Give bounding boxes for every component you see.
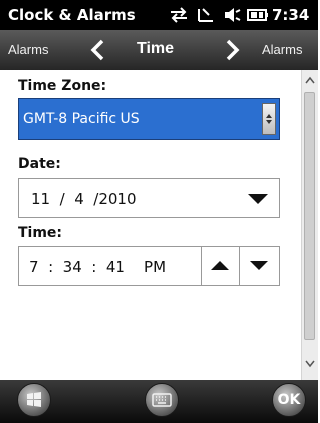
volume-icon[interactable] xyxy=(223,5,243,25)
scroll-arrows-icon xyxy=(266,114,272,124)
connectivity-icon[interactable] xyxy=(168,5,190,25)
time-increment-button[interactable] xyxy=(201,247,239,285)
timezone-scroll-button[interactable] xyxy=(262,103,276,135)
scroll-up-icon[interactable] xyxy=(305,76,315,84)
triangle-down-icon xyxy=(250,261,268,270)
timezone-select[interactable]: GMT-8 Pacific US xyxy=(18,98,280,140)
tab-navigation-bar: Alarms Time Alarms xyxy=(0,30,318,70)
triangle-up-icon xyxy=(211,261,229,270)
chevron-left-icon[interactable] xyxy=(88,38,108,62)
keyboard-icon xyxy=(152,393,172,407)
scroll-down-icon[interactable] xyxy=(305,360,315,368)
time-picker[interactable]: 7 : 34 : 41 PM xyxy=(18,246,280,286)
date-value: 11 / 4 /2010 xyxy=(31,190,137,208)
signal-icon[interactable] xyxy=(195,5,217,25)
scrollbar-thumb[interactable] xyxy=(304,92,315,340)
time-label: Time: xyxy=(18,225,63,241)
nav-next-tab-label[interactable]: Alarms xyxy=(262,42,302,57)
time-value[interactable]: 7 : 34 : 41 PM xyxy=(29,258,166,276)
nav-prev-tab-label[interactable]: Alarms xyxy=(8,42,48,57)
battery-icon[interactable] xyxy=(246,5,270,25)
time-decrement-button[interactable] xyxy=(239,247,279,285)
date-label: Date: xyxy=(18,156,61,172)
time-settings-panel: Time Zone: GMT-8 Pacific US Date: 11 / 4… xyxy=(0,70,318,380)
date-picker[interactable]: 11 / 4 /2010 xyxy=(18,178,280,218)
current-tab-title: Time xyxy=(137,40,175,57)
app-title[interactable]: Clock & Alarms xyxy=(8,6,136,24)
ok-button[interactable]: OK xyxy=(272,383,306,417)
keyboard-button[interactable] xyxy=(145,383,179,417)
windows-start-icon xyxy=(27,392,41,407)
ok-label: OK xyxy=(277,392,301,408)
start-button[interactable] xyxy=(17,383,51,417)
timezone-value: GMT-8 Pacific US xyxy=(23,111,140,127)
bottom-command-bar: OK xyxy=(0,380,318,423)
timezone-label: Time Zone: xyxy=(18,78,107,94)
dropdown-arrow-icon[interactable] xyxy=(247,193,269,205)
clock-time[interactable]: 7:34 xyxy=(272,6,309,24)
vertical-scrollbar[interactable] xyxy=(301,70,318,380)
chevron-right-icon[interactable] xyxy=(222,38,242,62)
status-bar: Clock & Alarms 7:34 xyxy=(0,0,318,30)
